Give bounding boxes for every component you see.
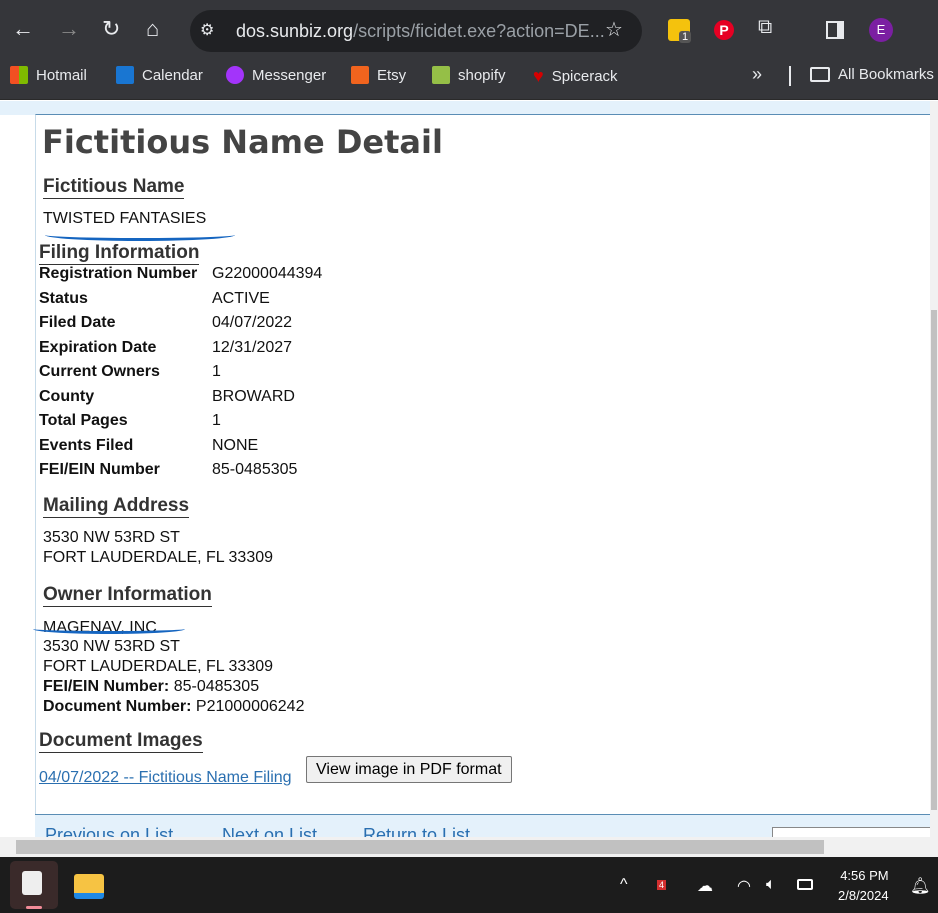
bookmark-label: Calendar [142,66,203,84]
bookmark-calendar[interactable]: Calendar [116,66,203,84]
owner-address-line: 3530 NW 53RD ST [43,638,180,655]
annotation-underline [33,624,185,634]
owner-fei: 85-0485305 [173,678,260,695]
filing-value: 1 [212,363,221,380]
filing-value: ACTIVE [212,289,270,307]
view-pdf-button[interactable]: View image in PDF format [306,756,512,783]
header-band [0,101,930,115]
filing-label: FEI/EIN Number [39,461,160,478]
back-icon[interactable]: ← [12,16,34,42]
onedrive-icon[interactable]: ☁ [697,876,713,896]
file-explorer-icon[interactable] [74,874,104,899]
wifi-icon[interactable]: ◠ [737,876,751,896]
pinterest-icon[interactable]: P [714,20,734,40]
volume-icon[interactable]: 🔈︎ [766,876,776,894]
extension-badge: 1 [679,31,692,43]
shopify-icon [432,66,450,84]
divider [789,66,791,86]
fictitious-name-heading: Fictitious Name [43,176,185,199]
bookmark-label: Spicerack [551,68,618,85]
owner-fei-label: FEI/EIN Number: [43,678,170,695]
filing-label: Status [39,289,88,307]
filing-label: Registration Number [39,265,198,282]
page-title: Fictitious Name Detail [42,123,443,161]
mailing-line: 3530 NW 53RD ST [43,529,180,546]
previous-on-list-link[interactable]: Previous on List [45,825,173,837]
snipping-tool-button[interactable] [10,861,58,909]
bookmark-label: Etsy [377,66,407,84]
bookmark-etsy[interactable]: Etsy [351,66,406,84]
filing-label: Total Pages [39,412,128,429]
filing-value: 1 [212,412,221,429]
clock[interactable]: 4:56 PM 2/8/2024 [838,866,889,906]
return-to-list-link[interactable]: Return to List [363,825,470,837]
url-domain: dos.sunbiz.org [236,21,354,41]
filing-document-link[interactable]: 04/07/2022 -- Fictitious Name Filing [39,769,292,787]
owner-heading: Owner Information [43,584,212,607]
bookmark-label: All Bookmarks [838,66,934,83]
reload-icon[interactable]: ↻ [102,16,120,42]
document-images-heading: Document Images [39,730,203,753]
messenger-icon [226,66,244,84]
owner-doc-number: P21000006242 [195,698,305,715]
calendar-icon [116,66,134,84]
bookmark-hotmail[interactable]: Hotmail [10,66,87,84]
side-panel-icon[interactable] [826,21,844,39]
mailing-heading: Mailing Address [43,495,190,518]
bookmark-star-icon[interactable]: ☆ [605,17,623,42]
notification-bell-icon[interactable]: 🔔︎ [910,876,930,896]
bookmark-label: shopify [458,66,506,84]
bookmark-label: Messenger [252,66,327,84]
filing-label: Current Owners [39,363,160,380]
show-hidden-icons[interactable]: ^ [620,876,628,894]
folder-icon [810,67,830,82]
date: 2/8/2024 [838,888,889,903]
battery-icon[interactable] [797,879,813,890]
url-path: /scripts/ficidet.exe?action=DE... [353,21,605,41]
all-bookmarks-button[interactable]: All Bookmarks [810,66,934,83]
bookmark-messenger[interactable]: Messenger [226,66,326,84]
filing-heading: Filing Information [39,242,200,265]
owner-doc-label: Document Number: [43,698,192,715]
active-indicator [26,906,42,909]
bookmark-shopify[interactable]: shopify [432,66,506,84]
annotation-underline [45,229,235,241]
time: 4:56 PM [840,868,889,883]
filing-value: G22000044394 [212,265,323,282]
tray-app-badge[interactable]: 4 [657,880,667,890]
search-type-select[interactable] [772,827,930,837]
vertical-scroll-thumb[interactable] [931,310,937,810]
page-content: Fictitious Name Detail Fictitious Name T… [0,101,930,837]
forward-icon[interactable]: → [58,16,80,42]
next-on-list-link[interactable]: Next on List [222,825,317,837]
heart-icon: ♥ [533,66,544,86]
filing-label: Events Filed [39,436,134,454]
fictitious-name: TWISTED FANTASIES [43,210,207,227]
snipping-tool-icon [22,871,42,895]
filing-value: NONE [212,436,259,454]
filing-label: County [39,387,95,405]
filing-value: 12/31/2027 [212,338,293,356]
more-bookmarks-button[interactable]: » [752,64,762,85]
filing-label: Expiration Date [39,338,157,356]
horizontal-scroll-thumb[interactable] [16,840,824,854]
bookmark-spicerack[interactable]: ♥ Spicerack [533,66,618,87]
mailing-line: FORT LAUDERDALE, FL 33309 [43,549,274,566]
filing-label: Filed Date [39,314,116,331]
footer-nav: Previous on List Next on List Return to … [35,814,930,837]
profile-avatar[interactable]: E [869,18,893,42]
microsoft-icon [10,66,28,84]
address-bar[interactable]: dos.sunbiz.org/scripts/ficidet.exe?actio… [190,10,642,52]
home-icon[interactable]: ⌂ [146,16,159,42]
filing-value: BROWARD [212,387,295,405]
filing-value: 85-0485305 [212,461,298,478]
etsy-icon [351,66,369,84]
owner-address-line: FORT LAUDERDALE, FL 33309 [43,658,274,675]
site-info-icon[interactable]: ⚙ [200,20,214,40]
extensions-puzzle-icon[interactable]: ⧉ [758,16,772,39]
filing-value: 04/07/2022 [212,314,293,331]
bookmark-label: Hotmail [36,66,87,84]
